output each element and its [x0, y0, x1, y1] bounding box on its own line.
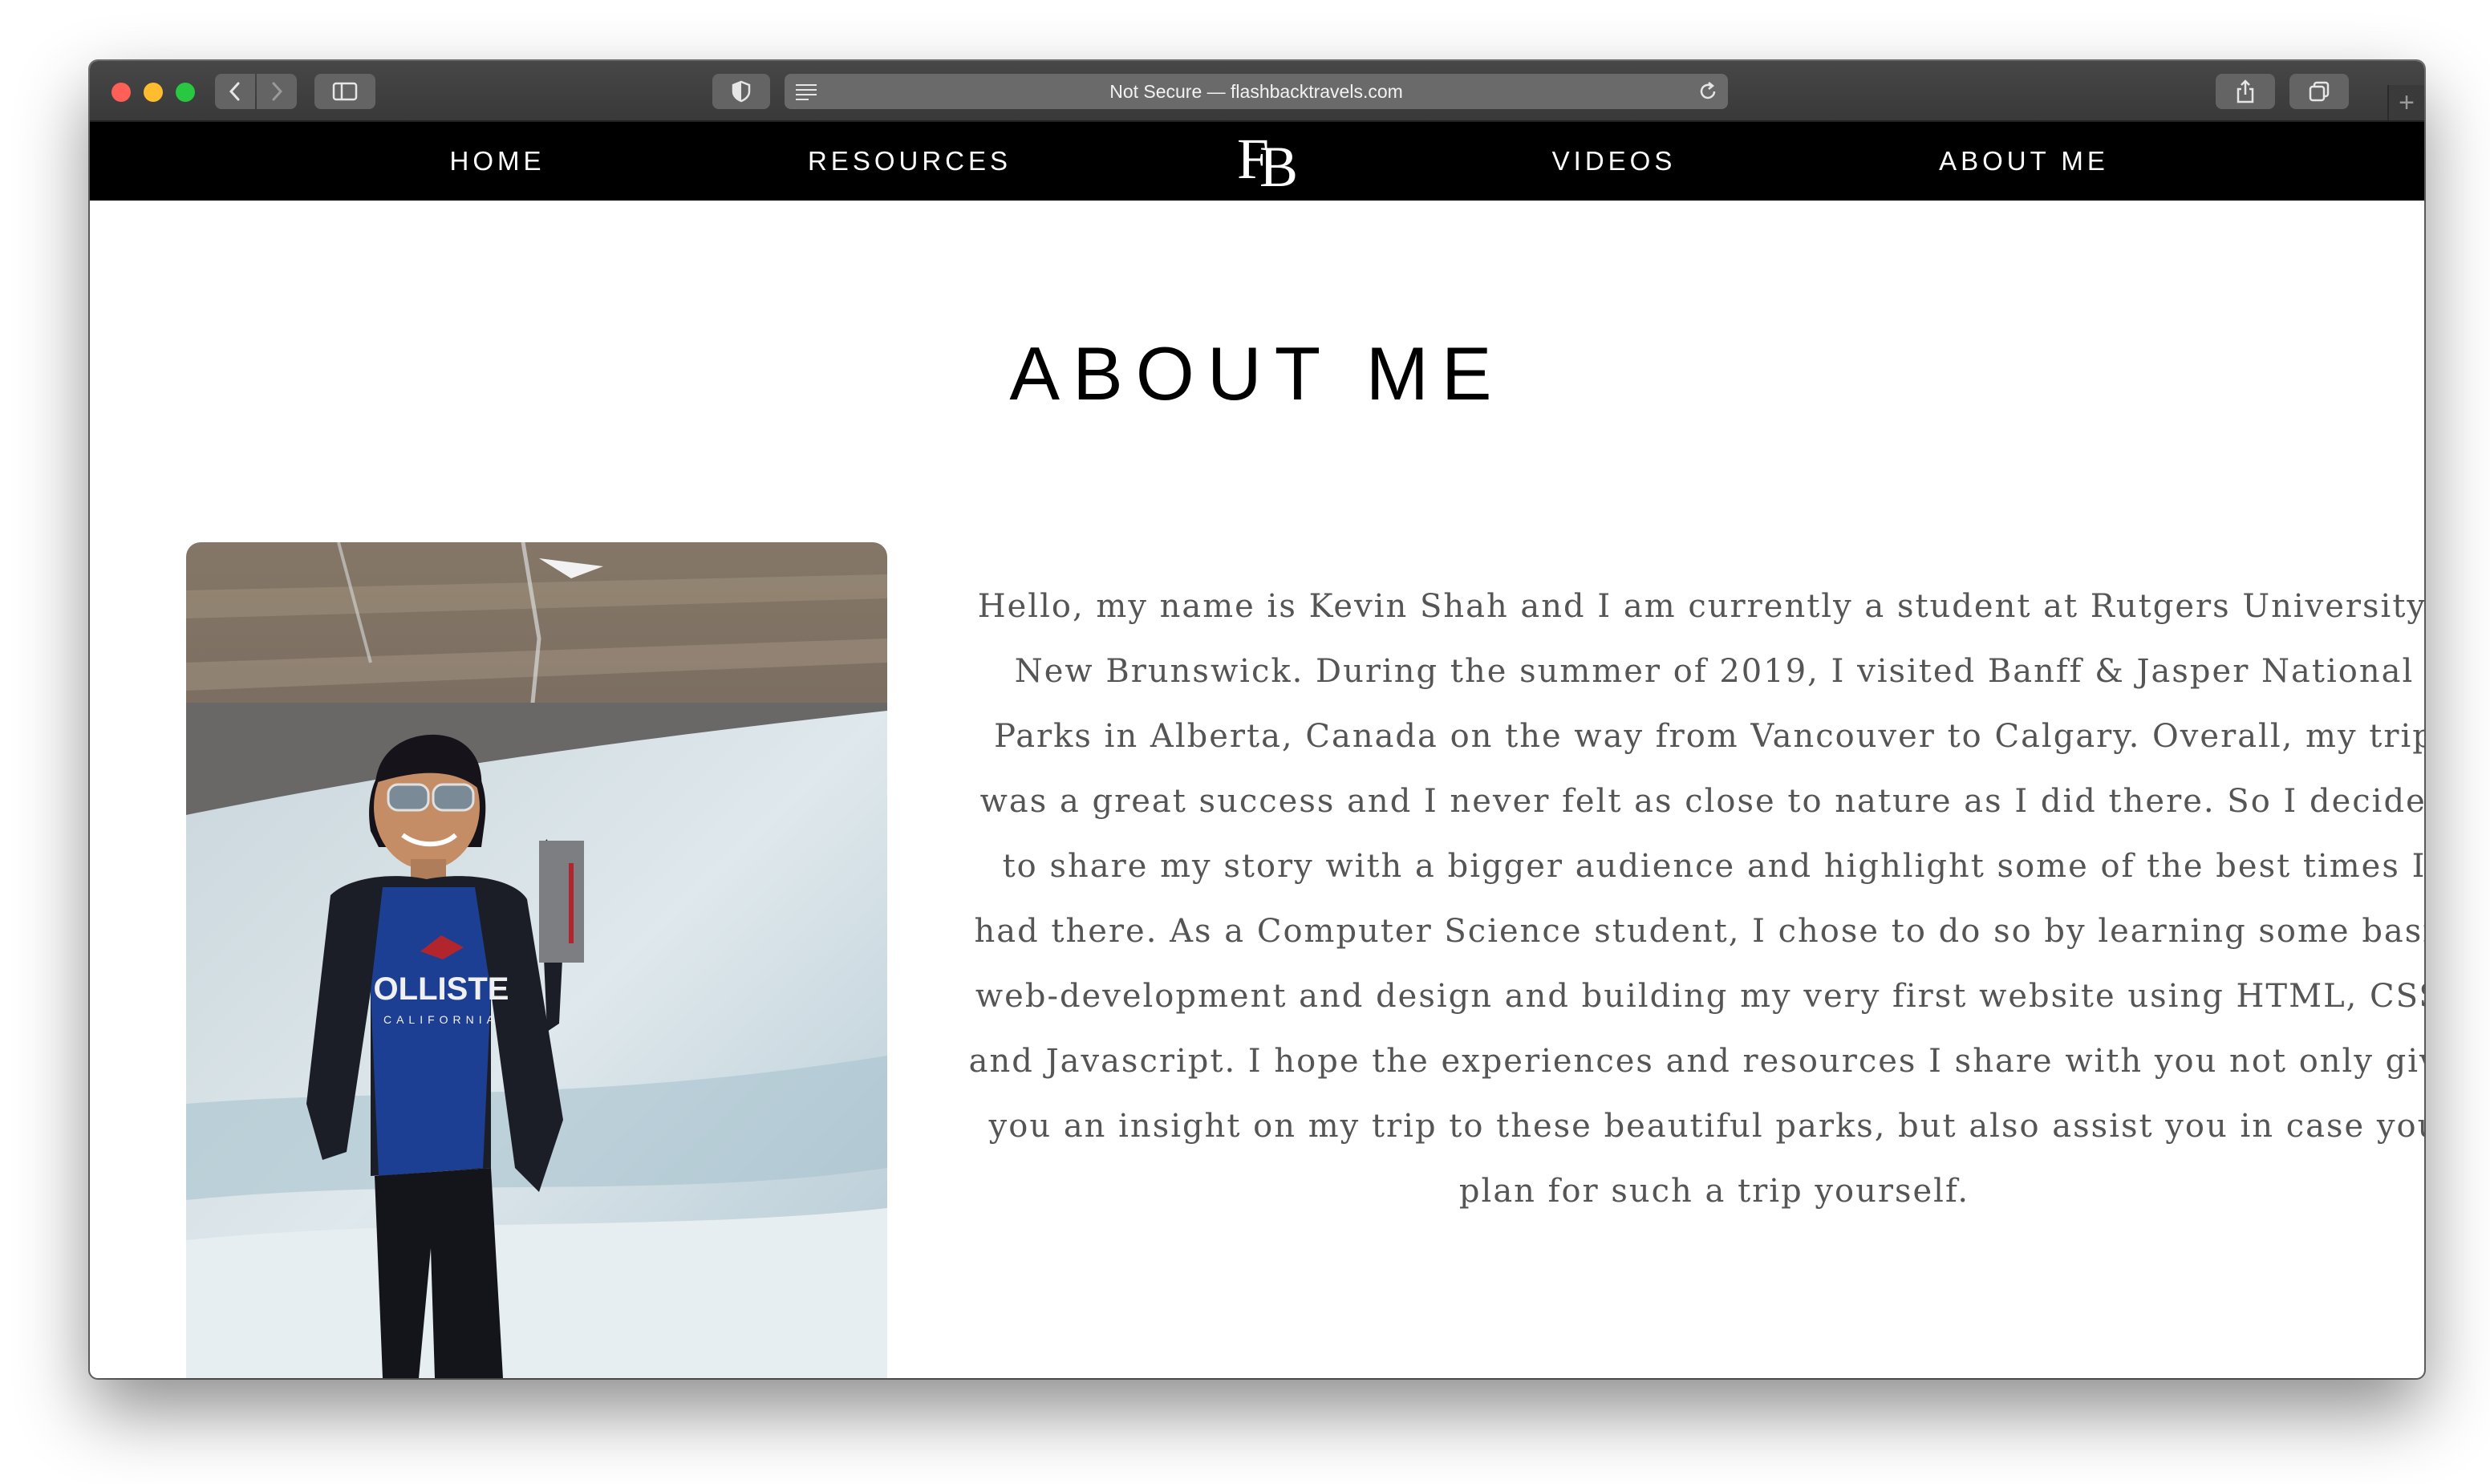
- share-button[interactable]: [2216, 74, 2275, 109]
- nav-link-resources[interactable]: RESOURCES: [808, 122, 1012, 201]
- site-navigation: HOME RESOURCES F B VIDEOS ABOUT ME: [90, 122, 2424, 201]
- forward-button[interactable]: [257, 74, 297, 109]
- sidebar-button[interactable]: [314, 74, 375, 109]
- browser-window: Not Secure — flashbacktravels.com + HOME…: [90, 61, 2424, 1378]
- forward-icon: [272, 82, 283, 101]
- back-icon: [229, 82, 240, 101]
- shirt-logo-text: OLLISTE: [374, 971, 509, 1007]
- nav-link-home[interactable]: HOME: [450, 122, 545, 201]
- address-text: Not Secure — flashbacktravels.com: [1109, 81, 1403, 102]
- glacier-portrait-image: OLLISTE CALIFORNIA: [186, 542, 887, 1378]
- new-tab-button[interactable]: +: [2387, 85, 2424, 120]
- privacy-report-button[interactable]: [712, 74, 770, 109]
- plus-icon: +: [2399, 87, 2415, 118]
- zoom-window-button[interactable]: [176, 83, 195, 102]
- reload-icon[interactable]: [1697, 81, 1718, 102]
- back-button[interactable]: [215, 74, 255, 109]
- page-title: ABOUT ME: [1009, 331, 1505, 416]
- profile-photo: OLLISTE CALIFORNIA: [186, 542, 887, 1378]
- shirt-logo-subtext: CALIFORNIA: [383, 1013, 499, 1026]
- sidebar-icon: [332, 82, 358, 101]
- nav-link-about-me[interactable]: ABOUT ME: [1939, 122, 2109, 201]
- nav-link-videos[interactable]: VIDEOS: [1552, 122, 1677, 201]
- shield-icon: [732, 80, 751, 103]
- tab-overview-button[interactable]: [2289, 74, 2349, 109]
- browser-toolbar: Not Secure — flashbacktravels.com +: [90, 61, 2424, 122]
- about-bio-text: Hello, my name is Kevin Shah and I am cu…: [968, 588, 2424, 1210]
- minimize-window-button[interactable]: [144, 83, 163, 102]
- address-bar[interactable]: Not Secure — flashbacktravels.com: [785, 74, 1728, 109]
- share-icon: [2237, 79, 2254, 103]
- tabs-icon: [2309, 81, 2330, 102]
- logo-letter-b: B: [1259, 135, 1299, 199]
- site-logo[interactable]: F B: [1229, 127, 1309, 196]
- close-window-button[interactable]: [112, 83, 131, 102]
